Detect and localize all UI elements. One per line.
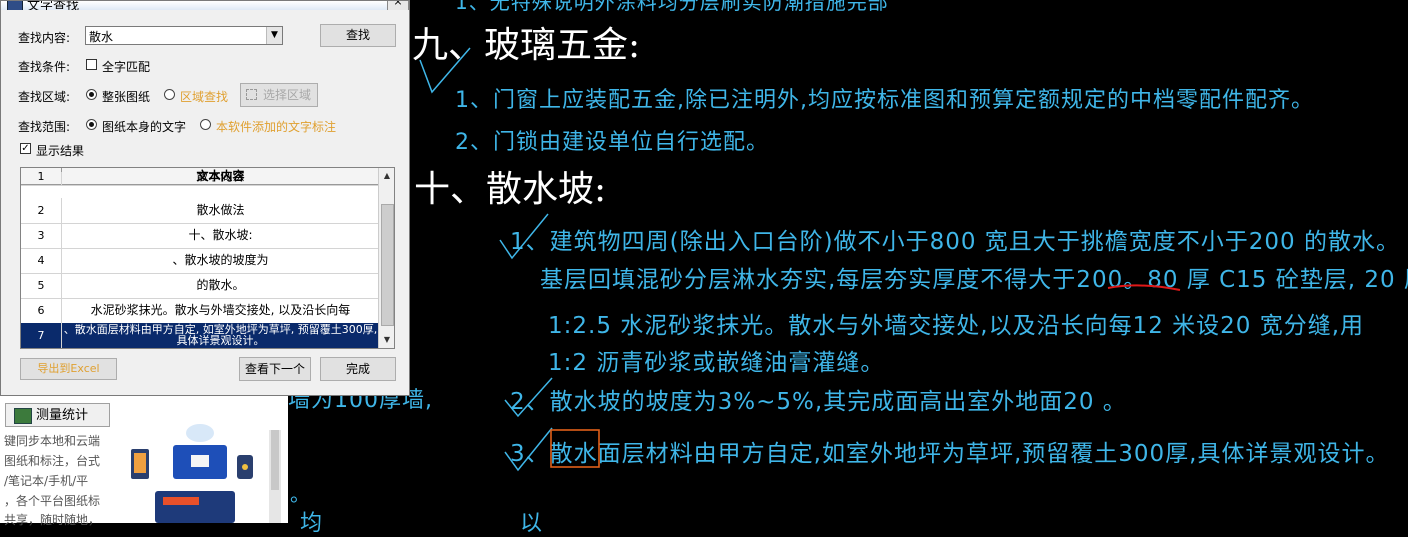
red-underline-mark: [1107, 284, 1181, 291]
chevron-down-icon[interactable]: ▼: [266, 27, 282, 44]
scope-added-label: 本软件添加的文字标注: [216, 120, 337, 134]
table-row-selected[interactable]: 7 、散水面层材料由甲方自定, 如室外地坪为草坪, 预留覆土300厚, 具体详景…: [21, 323, 379, 348]
promo-text-line: /笔记本/手机/平: [4, 474, 89, 488]
area-whole-label: 整张图纸: [102, 90, 151, 104]
find-content-label: 查找内容:: [18, 31, 71, 45]
search-input-value: 散水: [89, 30, 114, 44]
find-scope-label: 查找范围:: [18, 120, 71, 134]
app-icon: [7, 1, 23, 10]
checkmark-mark-apron-3: [504, 427, 553, 472]
find-area-label: 查找区域:: [18, 90, 71, 104]
ruler-icon: [14, 408, 32, 424]
measure-stats-tab[interactable]: 测量统计: [5, 403, 110, 427]
select-region-button[interactable]: 选择区域: [240, 83, 318, 107]
scope-drawing-radio[interactable]: [86, 119, 97, 130]
table-row[interactable]: 6 水泥砂浆抹光。散水与外墙交接处, 以及沿长向每: [21, 298, 379, 324]
scroll-thumb[interactable]: [271, 430, 279, 490]
text-find-dialog: 文字查找 × 查找内容: 散水 ▼ 查找 查找条件: 全字匹配 查找区域: 整张…: [0, 0, 410, 396]
promo-text-line: ，各个平台图纸标: [4, 494, 101, 508]
close-button[interactable]: ×: [387, 1, 409, 10]
search-input[interactable]: 散水 ▼: [85, 26, 283, 45]
scroll-up-icon[interactable]: ▲: [380, 169, 394, 183]
show-results-label: 显示结果: [36, 144, 85, 158]
table-row[interactable]: 4 、散水坡的坡度为: [21, 248, 379, 274]
multi-device-sync-illustration-icon: [131, 424, 253, 523]
promo-text-line: 图纸和标注，台式: [4, 454, 101, 468]
table-row[interactable]: 1 散水做法: [21, 171, 379, 186]
scope-added-radio[interactable]: [200, 119, 211, 130]
side-panel-scrollbar[interactable]: [269, 430, 281, 523]
results-scrollbar[interactable]: ▲ ▼: [378, 168, 394, 348]
results-table: 文本内容 1 散水做法 2 散水做法 3 十、散水坡: 4 、散水坡的坡度为 5…: [20, 167, 395, 349]
area-region-radio[interactable]: [164, 89, 175, 100]
promo-text-line: 共享，随时随地，: [4, 513, 101, 527]
table-row[interactable]: 3 十、散水坡:: [21, 223, 379, 249]
area-whole-radio[interactable]: [86, 89, 97, 100]
scroll-thumb[interactable]: [381, 204, 394, 326]
scope-drawing-label: 图纸本身的文字: [102, 120, 187, 134]
show-results-checkbox[interactable]: ✓: [20, 143, 31, 154]
table-row[interactable]: 2 散水做法: [21, 198, 379, 224]
area-region-label: 区域查找: [180, 90, 229, 104]
promo-text-line: 键同步本地和云端: [4, 434, 101, 448]
find-next-button[interactable]: 查看下一个: [239, 357, 311, 381]
dialog-titlebar[interactable]: 文字查找 ×: [1, 1, 409, 10]
scroll-down-icon[interactable]: ▼: [380, 333, 394, 347]
find-button[interactable]: 查找: [320, 24, 396, 47]
checkmark-mark-9: [419, 47, 471, 94]
find-condition-label: 查找条件:: [18, 60, 71, 74]
select-region-icon: [246, 89, 257, 100]
checkmark-mark-apron-1: [499, 213, 549, 260]
dialog-title: 文字查找: [27, 1, 80, 10]
checkmark-mark-apron-2: [504, 377, 553, 418]
measure-stats-label: 测量统计: [36, 408, 89, 423]
search-hit-highlight-box: [550, 429, 600, 468]
whole-word-label: 全字匹配: [102, 60, 151, 74]
table-row[interactable]: 5 的散水。: [21, 273, 379, 299]
whole-word-checkbox[interactable]: [86, 59, 97, 70]
done-button[interactable]: 完成: [320, 357, 396, 381]
export-excel-button[interactable]: 导出到Excel: [20, 358, 117, 380]
